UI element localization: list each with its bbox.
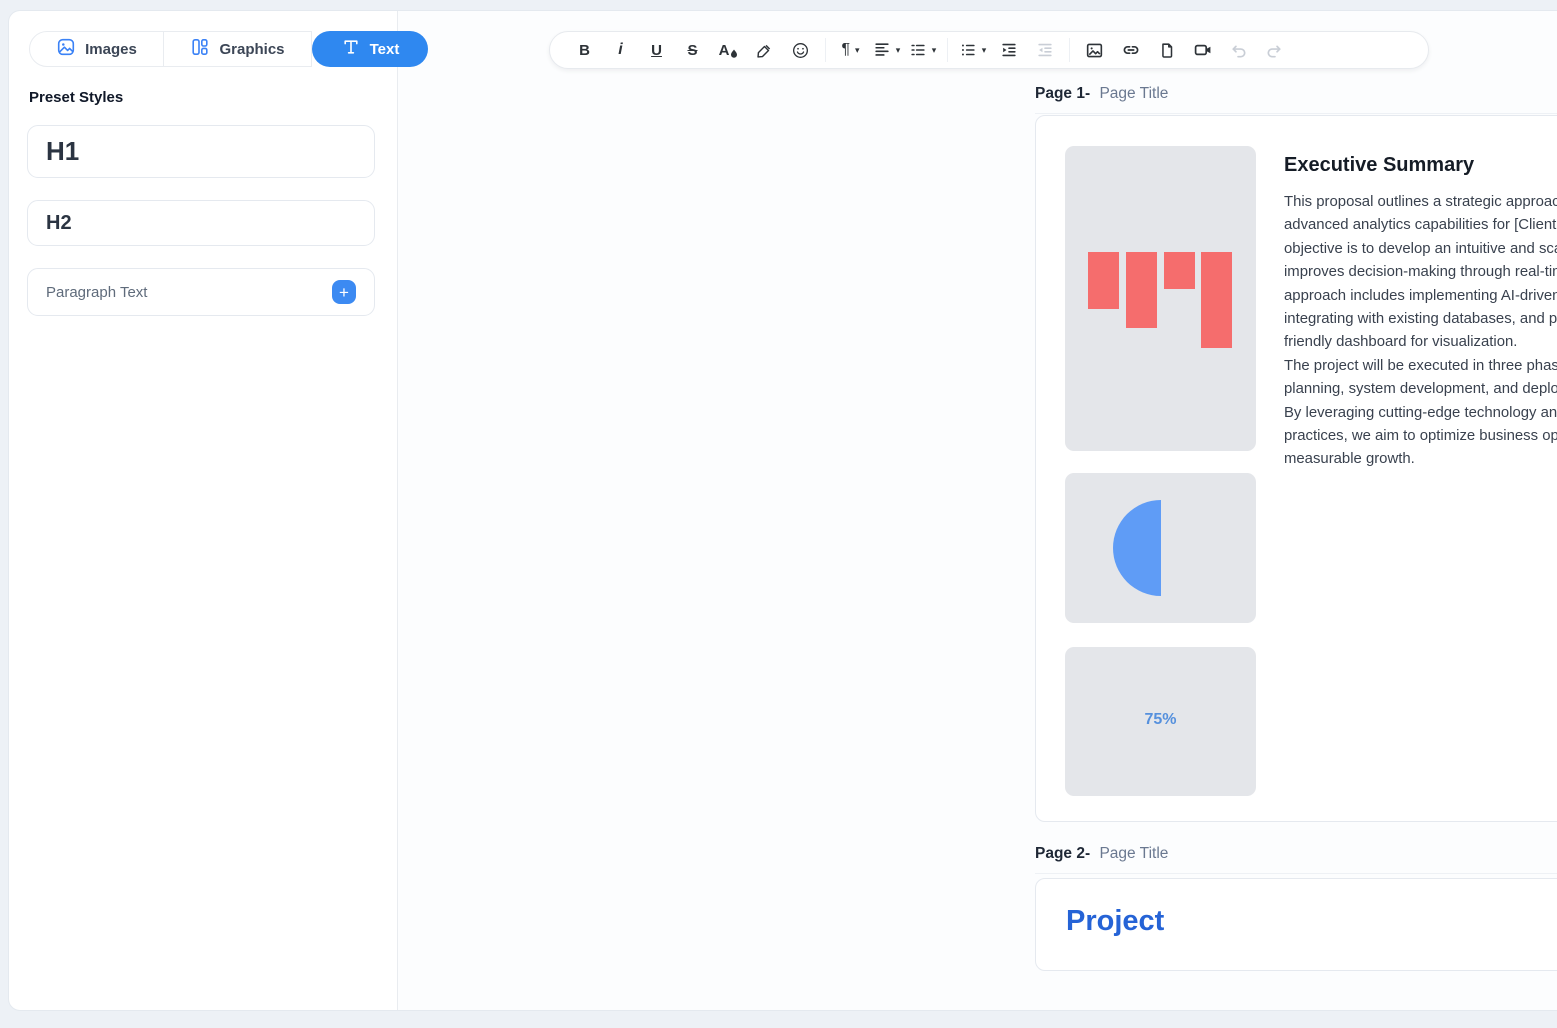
images-icon — [56, 37, 76, 61]
percent-label: 75% — [1065, 711, 1256, 729]
emoji-icon — [791, 41, 810, 60]
italic-button[interactable]: i — [604, 35, 637, 65]
unordered-list-button[interactable]: ▾ — [956, 35, 989, 65]
add-paragraph-button[interactable]: + — [332, 280, 356, 304]
undo-icon — [1229, 41, 1248, 60]
chevron-down-icon: ▾ — [855, 45, 860, 56]
editor-area: Page 1- Page Title 75% Executive Summary… — [397, 11, 1557, 1010]
plus-icon: + — [339, 284, 349, 301]
bar — [1088, 252, 1119, 309]
underline-button[interactable]: U — [640, 35, 673, 65]
preset-paragraph[interactable]: Paragraph Text + — [27, 268, 375, 316]
bar — [1201, 252, 1232, 348]
bar — [1126, 252, 1157, 328]
paragraph-format-button[interactable]: ¶ ▾ — [834, 35, 867, 65]
tab-graphics[interactable]: Graphics — [164, 31, 312, 67]
graphics-icon — [190, 37, 210, 61]
ordered-list-button[interactable]: ▾ — [906, 35, 939, 65]
insert-video-icon — [1193, 40, 1213, 60]
italic-icon: i — [618, 41, 622, 59]
tab-text-label: Text — [370, 41, 400, 58]
paragraph-icon: ¶ — [841, 41, 850, 59]
executive-summary-paragraph-2: The project will be executed in three ph… — [1284, 355, 1557, 472]
sidebar-tabs: Images Graphics Text — [29, 31, 428, 67]
page-2-header: Page 2- Page Title — [1035, 845, 1557, 874]
highlight-icon — [755, 41, 774, 60]
preset-h2-label: H2 — [46, 212, 72, 235]
ordered-list-icon — [909, 41, 927, 59]
insert-file-icon — [1158, 41, 1176, 60]
bar — [1164, 252, 1195, 289]
undo-button[interactable] — [1222, 35, 1255, 65]
chevron-down-icon: ▾ — [896, 45, 901, 56]
preset-h1[interactable]: H1 — [27, 125, 375, 178]
page-2-label: Page 2- — [1035, 845, 1090, 862]
chevron-down-icon: ▾ — [932, 45, 937, 56]
executive-summary-heading: Executive Summary — [1284, 154, 1557, 177]
page-1-header: Page 1- Page Title — [1035, 85, 1557, 114]
executive-summary-paragraph-1: This proposal outlines a strategic appro… — [1284, 191, 1557, 355]
percent-placeholder[interactable]: 75% — [1065, 647, 1256, 796]
underline-icon: U — [651, 42, 662, 59]
bold-button[interactable]: B — [568, 35, 601, 65]
align-button[interactable]: ▾ — [870, 35, 903, 65]
redo-icon — [1265, 41, 1284, 60]
align-left-icon — [873, 41, 891, 59]
indent-icon — [1000, 41, 1018, 59]
bar-chart-placeholder[interactable] — [1065, 146, 1256, 451]
half-circle-shape — [1113, 500, 1161, 596]
bold-icon: B — [579, 42, 590, 59]
insert-link-icon — [1121, 40, 1141, 60]
text-icon — [341, 37, 361, 61]
preset-paragraph-label: Paragraph Text — [46, 284, 147, 301]
app-panel: Images Graphics Text Preset Styles H1 — [8, 10, 1557, 1011]
toolbar-separator — [1069, 38, 1070, 62]
strikethrough-button[interactable]: S — [676, 35, 709, 65]
insert-image-button[interactable] — [1078, 35, 1111, 65]
strikethrough-icon: S — [687, 42, 697, 59]
text-format-toolbar: B i U S A — [549, 31, 1429, 69]
tab-graphics-label: Graphics — [219, 41, 284, 58]
toolbar-separator — [825, 38, 826, 62]
page-1-label: Page 1- — [1035, 85, 1090, 102]
executive-summary-block[interactable]: Executive Summary This proposal outlines… — [1284, 154, 1557, 472]
redo-button[interactable] — [1258, 35, 1291, 65]
insert-link-button[interactable] — [1114, 35, 1147, 65]
preset-styles-heading: Preset Styles — [29, 89, 123, 106]
toolbar-separator — [947, 38, 948, 62]
font-color-icon: A — [719, 42, 739, 59]
tab-text[interactable]: Text — [312, 31, 428, 67]
outdent-button[interactable] — [1028, 35, 1061, 65]
emoji-button[interactable] — [784, 35, 817, 65]
preset-h2[interactable]: H2 — [27, 200, 375, 246]
font-color-button[interactable]: A — [712, 35, 745, 65]
highlight-button[interactable] — [748, 35, 781, 65]
indent-button[interactable] — [992, 35, 1025, 65]
tab-images[interactable]: Images — [29, 31, 164, 67]
chevron-down-icon: ▾ — [982, 45, 987, 56]
insert-video-button[interactable] — [1186, 35, 1219, 65]
page-1-title[interactable]: Page Title — [1099, 85, 1168, 102]
page-2-canvas[interactable]: Project — [1035, 878, 1557, 971]
insert-file-button[interactable] — [1150, 35, 1183, 65]
half-circle-placeholder[interactable] — [1065, 473, 1256, 623]
outdent-icon — [1036, 41, 1054, 59]
bullet-list-icon — [959, 41, 977, 59]
page-1-canvas[interactable]: 75% Executive Summary This proposal outl… — [1035, 115, 1557, 822]
insert-image-icon — [1085, 41, 1104, 60]
preset-h1-label: H1 — [46, 136, 79, 167]
tab-images-label: Images — [85, 41, 137, 58]
page-2-title[interactable]: Page Title — [1099, 845, 1168, 862]
project-heading[interactable]: Project — [1066, 905, 1164, 938]
